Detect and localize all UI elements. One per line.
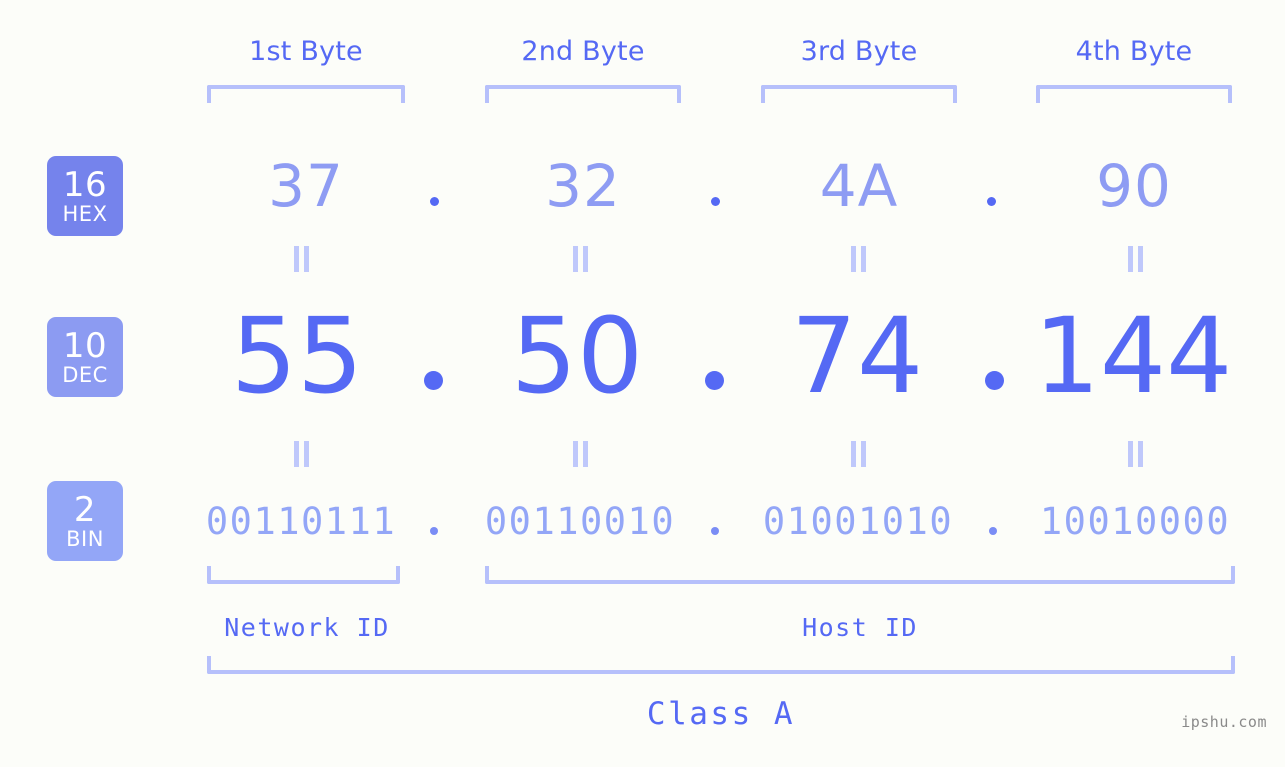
- network-id-label: Network ID: [224, 613, 390, 642]
- byte-header-1: 1st Byte: [249, 36, 363, 67]
- ip-breakdown-diagram: 1st Byte 2nd Byte 3rd Byte 4th Byte 16 H…: [0, 0, 1285, 767]
- dec-separator-2: [705, 371, 724, 390]
- bin-byte-2: 00110010: [484, 500, 676, 543]
- base-badge-bin-name: BIN: [66, 526, 104, 551]
- base-badge-dec[interactable]: 10 DEC: [47, 317, 123, 397]
- base-badge-bin[interactable]: 2 BIN: [47, 481, 123, 561]
- byte-bracket-2: [485, 85, 681, 103]
- byte-bracket-3: [761, 85, 957, 103]
- host-id-bracket: [485, 566, 1235, 584]
- base-badge-hex-name: HEX: [62, 201, 108, 226]
- network-id-bracket: [207, 566, 400, 584]
- equals-icon-hex-dec-3: [850, 246, 868, 272]
- base-badge-dec-number: 10: [62, 325, 108, 366]
- hex-separator-1: [430, 197, 439, 206]
- equals-icon-dec-bin-2: [572, 441, 590, 467]
- base-badge-bin-number: 2: [73, 489, 97, 530]
- bin-byte-4: 10010000: [1039, 500, 1231, 543]
- bin-byte-1: 00110111: [205, 500, 397, 543]
- hex-byte-4: 90: [1096, 152, 1172, 220]
- base-badge-hex[interactable]: 16 HEX: [47, 156, 123, 236]
- class-label: Class A: [646, 696, 796, 732]
- hex-separator-2: [711, 197, 720, 206]
- byte-bracket-1: [207, 85, 405, 103]
- dec-byte-2: 50: [510, 295, 644, 417]
- host-id-label: Host ID: [802, 613, 918, 642]
- bin-byte-3: 01001010: [762, 500, 954, 543]
- dec-byte-1: 55: [230, 295, 364, 417]
- equals-icon-hex-dec-1: [293, 246, 311, 272]
- byte-header-4: 4th Byte: [1075, 36, 1193, 67]
- bin-separator-1: [430, 527, 438, 535]
- equals-icon-dec-bin-1: [293, 441, 311, 467]
- hex-byte-1: 37: [268, 152, 344, 220]
- hex-byte-2: 32: [545, 152, 621, 220]
- equals-icon-hex-dec-4: [1127, 246, 1145, 272]
- class-bracket: [207, 656, 1235, 674]
- byte-header-3: 3rd Byte: [800, 36, 918, 67]
- dec-separator-1: [424, 371, 443, 390]
- byte-header-2: 2nd Byte: [521, 36, 645, 67]
- dec-byte-4: 144: [1033, 295, 1233, 417]
- equals-icon-dec-bin-4: [1127, 441, 1145, 467]
- dec-separator-3: [985, 371, 1004, 390]
- base-badge-dec-name: DEC: [62, 362, 108, 387]
- bin-separator-3: [989, 527, 997, 535]
- byte-bracket-4: [1036, 85, 1232, 103]
- base-badge-hex-number: 16: [62, 164, 108, 205]
- bin-separator-2: [711, 527, 719, 535]
- dec-byte-3: 74: [790, 295, 924, 417]
- equals-icon-hex-dec-2: [572, 246, 590, 272]
- equals-icon-dec-bin-3: [850, 441, 868, 467]
- watermark: ipshu.com: [1181, 713, 1267, 731]
- hex-separator-3: [987, 197, 996, 206]
- hex-byte-3: 4A: [819, 152, 899, 220]
